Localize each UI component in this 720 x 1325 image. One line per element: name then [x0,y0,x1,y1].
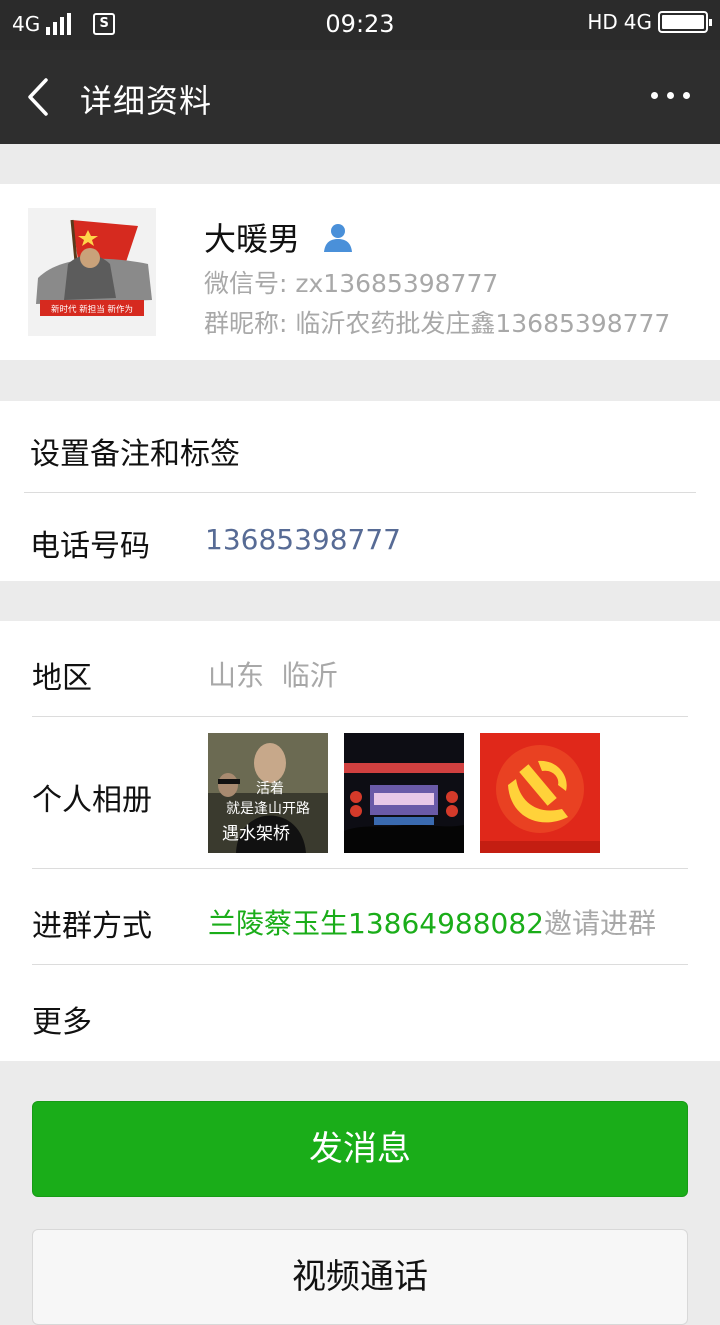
join-method-row: 进群方式 兰陵蔡玉生13864988082邀请进群 [0,869,720,964]
status-bar: 4G S 09:23 HD 4G [0,0,720,50]
contact-name-row: 大暖男 [204,214,354,260]
join-method-label: 进群方式 [32,909,152,944]
nav-bar: 详细资料 [0,50,720,144]
remark-section: 设置备注和标签 电话号码 13685398777 [0,401,720,581]
back-icon[interactable] [22,76,62,118]
more-row[interactable]: 更多 [0,965,720,1061]
album-label: 个人相册 [32,783,152,818]
wechat-id: 微信号: zx13685398777 [204,269,499,298]
inviter-link[interactable]: 兰陵蔡玉生13864988082 [208,907,544,940]
set-remark-label: 设置备注和标签 [30,437,240,472]
network-right-label: 4G [623,10,652,34]
avatar-image: 新时代 新担当 新作为 [28,208,156,336]
avatar-caption: 新时代 新担当 新作为 [51,304,133,315]
region-row: 地区 山东 临沂 [0,621,720,716]
contact-name: 大暖男 [204,220,301,258]
region-value: 山东 临沂 [208,659,338,692]
avatar[interactable]: 新时代 新担当 新作为 [28,208,156,336]
album-photo-3[interactable] [480,733,600,853]
status-right: HD 4G [587,10,712,34]
album-photo-1-text1: 活着 [256,781,284,797]
album-photo-2[interactable] [344,733,464,853]
video-call-button[interactable]: 视频通话 [32,1229,688,1325]
phone-row: 电话号码 13685398777 [0,493,720,581]
page-title: 详细资料 [80,82,213,120]
profile-card: 新时代 新担当 新作为 大暖男 微信号: zx13685398777 群昵称: … [0,184,720,360]
send-message-button[interactable]: 发消息 [32,1101,688,1197]
user-icon [324,224,353,252]
group-nickname: 群昵称: 临沂农药批发庄鑫13685398777 [204,309,671,338]
join-method-suffix: 邀请进群 [543,907,656,940]
album-photo-1-text3: 遇水架桥 [222,824,290,844]
album-photo-1[interactable]: 活着 就是逢山开路 遇水架桥 [208,733,328,853]
set-remark-row[interactable]: 设置备注和标签 [0,401,720,492]
album-photo-1-text2: 就是逢山开路 [226,801,310,817]
join-method-value: 兰陵蔡玉生13864988082邀请进群 [208,902,656,942]
album-thumbnails[interactable]: 活着 就是逢山开路 遇水架桥 [208,733,600,853]
battery-icon [658,11,712,33]
more-label: 更多 [32,1005,92,1040]
more-options-icon[interactable] [651,92,690,99]
hd-label: HD [587,10,618,34]
info-section: 地区 山东 临沂 个人相册 活着 就是逢山开路 遇水架桥 进群方式 兰陵蔡玉生1… [0,621,720,1061]
phone-label: 电话号码 [30,529,150,564]
phone-number-link[interactable]: 13685398777 [205,523,401,556]
region-label: 地区 [32,661,92,696]
